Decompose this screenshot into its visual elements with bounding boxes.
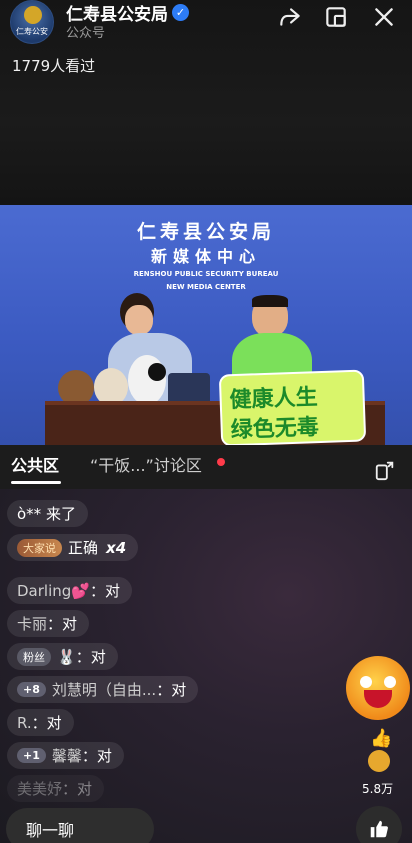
video-banner-en-line1: RENSHOU PUBLIC SECURITY BUREAU: [133, 270, 279, 278]
smile-emoji-icon: [368, 750, 390, 772]
message-username[interactable]: Darling💕: [17, 582, 90, 600]
video-banner-en-line2: NEW MEDIA CENTER: [166, 283, 246, 291]
chat-tabs: 公共区 “干饭...”讨论区: [0, 445, 412, 489]
chat-message: +1 馨馨 ：对: [7, 742, 124, 769]
police-emblem-icon: [24, 6, 42, 24]
message-multiplier: x4: [106, 538, 127, 557]
toy-panda-ear: [148, 363, 166, 381]
account-header: 仁寿公安 仁寿县公安局 ✓ 公众号 1779人看过: [0, 0, 412, 205]
officer-face: [125, 305, 153, 335]
message-text: ：对: [47, 615, 78, 633]
message-text: 正确: [68, 539, 99, 557]
tab-active-indicator: [11, 481, 61, 484]
avatar-text: 仁寿公安: [16, 27, 48, 36]
message-text: ：对: [31, 714, 62, 732]
chat-message: R. ：对: [7, 709, 74, 736]
fans-badge: 粉丝: [17, 647, 51, 666]
chat-message: 大家说 正确 x4: [7, 534, 139, 561]
sign-line2: 绿色无毒: [230, 415, 320, 444]
message-username[interactable]: 馨馨: [52, 745, 82, 766]
chat-message: ò** 来了: [7, 500, 88, 527]
tab-public[interactable]: 公共区: [11, 452, 59, 476]
share-icon[interactable]: [277, 4, 303, 30]
chat-message: +8 刘慧明（自由... ：对: [7, 676, 199, 703]
message-username[interactable]: 美美妤: [17, 778, 62, 799]
message-username[interactable]: 刘慧明（自由...: [52, 679, 156, 700]
live-video[interactable]: 仁寿县公安局 新媒体中心 RENSHOU PUBLIC SECURITY BUR…: [0, 205, 412, 445]
verified-icon: ✓: [172, 4, 189, 21]
message-username[interactable]: R.: [17, 714, 32, 732]
float-window-icon[interactable]: [323, 4, 349, 30]
video-banner-subtitle: 新媒体中心: [150, 247, 261, 266]
rotate-screen-icon[interactable]: [374, 459, 396, 481]
close-icon[interactable]: [371, 4, 397, 30]
slogan-sign: 健康人生 绿色无毒: [218, 369, 367, 445]
emoji-eye: [384, 676, 396, 688]
emoji-eye: [360, 676, 372, 688]
message-text: ：对: [81, 747, 112, 765]
message-text: ：对: [75, 648, 106, 666]
presenter-hair: [252, 295, 288, 307]
chat-message: Darling💕 ：对: [7, 577, 132, 604]
notification-dot: [217, 458, 225, 466]
thumbs-up-emoji-icon: 👍: [370, 728, 393, 749]
dajiashuo-badge: 大家说: [17, 538, 62, 557]
message-username[interactable]: 🐰: [57, 648, 76, 666]
message-text: ò** 来了: [17, 505, 76, 523]
view-count: 1779人看过: [12, 57, 96, 75]
message-text: ：对: [62, 780, 93, 798]
chat-message: 粉丝 🐰 ：对: [7, 643, 118, 670]
chat-message: 卡丽 ：对: [7, 610, 90, 637]
level-badge: +1: [17, 748, 46, 763]
emoji-mouth: [364, 690, 392, 708]
level-badge: +8: [17, 682, 46, 697]
chat-input[interactable]: 聊一聊: [6, 808, 154, 843]
message-text: ：对: [89, 582, 120, 600]
like-count: 5.8万: [362, 782, 394, 796]
tab-discussion[interactable]: “干饭...”讨论区: [90, 452, 202, 476]
account-avatar[interactable]: 仁寿公安: [10, 0, 54, 44]
account-type: 公众号: [66, 26, 106, 41]
message-username[interactable]: 卡丽: [17, 613, 47, 634]
chat-message: 美美妤 ：对: [7, 775, 105, 802]
laughing-emoji-icon: [346, 656, 410, 720]
message-text: ：对: [156, 681, 187, 699]
video-banner-title: 仁寿县公安局: [136, 221, 275, 243]
thumbs-up-icon: [370, 820, 388, 838]
